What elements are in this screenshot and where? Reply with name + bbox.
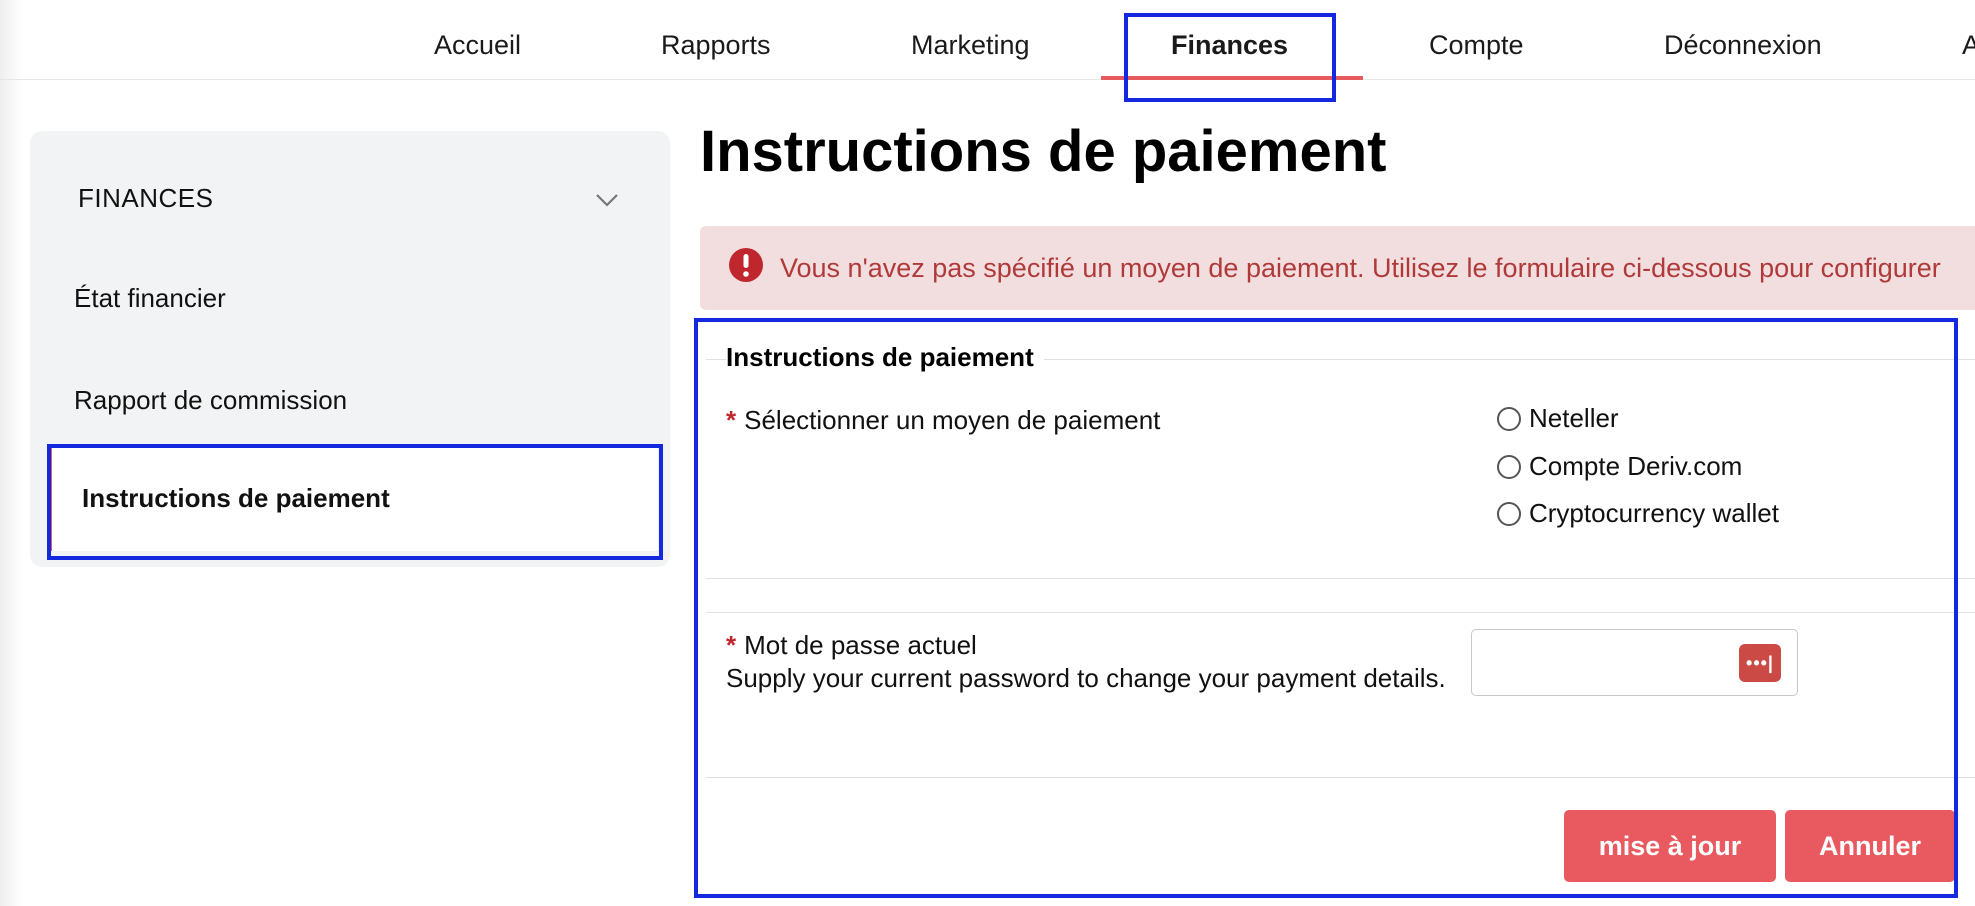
nav-compte[interactable]: Compte	[1429, 30, 1524, 61]
payment-method-label-text: Sélectionner un moyen de paiement	[744, 405, 1161, 435]
cancel-button[interactable]: Annuler	[1785, 810, 1955, 882]
nav-deconnexion[interactable]: Déconnexion	[1664, 30, 1822, 61]
radio-label: Cryptocurrency wallet	[1529, 498, 1779, 528]
nav-finances[interactable]: Finances	[1171, 30, 1288, 61]
sidebar-item-instructions-paiement[interactable]: Instructions de paiement	[48, 445, 658, 551]
chevron-down-icon[interactable]	[594, 187, 620, 213]
alert-message: Vous n'avez pas spécifié un moyen de pai…	[780, 253, 1941, 283]
sidebar-heading: FINANCES	[78, 183, 214, 213]
password-manager-icon[interactable]: •••|	[1739, 644, 1781, 682]
sidebar: FINANCES État financier Rapport de commi…	[30, 131, 670, 567]
password-label: * Mot de passe actuel	[726, 630, 977, 661]
radio-circle[interactable]	[1497, 501, 1521, 526]
sidebar-item-label: Instructions de paiement	[82, 483, 390, 513]
sidebar-item-etat-financier[interactable]: État financier	[74, 283, 226, 314]
payment-method-label: * Sélectionner un moyen de paiement	[726, 405, 1160, 436]
current-password-input[interactable]: •••|	[1471, 629, 1798, 696]
form-divider	[706, 612, 1975, 613]
left-edge-shadow	[0, 0, 22, 906]
exclamation-circle-icon	[729, 248, 763, 282]
nav-marketing[interactable]: Marketing	[911, 30, 1030, 61]
required-marker: *	[726, 405, 737, 435]
password-help-text: Supply your current password to change y…	[726, 663, 1446, 693]
update-button[interactable]: mise à jour	[1564, 810, 1776, 882]
form-divider	[706, 578, 1975, 579]
required-marker: *	[726, 630, 737, 660]
radio-circle[interactable]	[1497, 454, 1521, 479]
nav-active-indicator	[1101, 76, 1363, 80]
radio-neteller[interactable]: Neteller	[1497, 403, 1619, 434]
sidebar-item-rapport-commission[interactable]: Rapport de commission	[74, 385, 347, 416]
radio-label: Neteller	[1529, 403, 1619, 433]
radio-compte-deriv[interactable]: Compte Deriv.com	[1497, 451, 1742, 482]
radio-label: Compte Deriv.com	[1529, 451, 1743, 481]
radio-crypto-wallet[interactable]: Cryptocurrency wallet	[1497, 498, 1779, 529]
fieldset-legend: Instructions de paiement	[726, 342, 1044, 373]
error-alert: Vous n'avez pas spécifié un moyen de pai…	[700, 226, 1975, 310]
form-divider	[706, 777, 1975, 778]
password-label-text: Mot de passe actuel	[744, 630, 977, 660]
radio-circle[interactable]	[1497, 406, 1521, 431]
top-navigation: Accueil Rapports Marketing Finances Comp…	[0, 0, 1975, 80]
nav-rapports[interactable]: Rapports	[661, 30, 771, 61]
nav-accueil[interactable]: Accueil	[434, 30, 521, 61]
nav-more[interactable]: A	[1962, 30, 1975, 61]
page-title: Instructions de paiement	[700, 119, 1387, 184]
